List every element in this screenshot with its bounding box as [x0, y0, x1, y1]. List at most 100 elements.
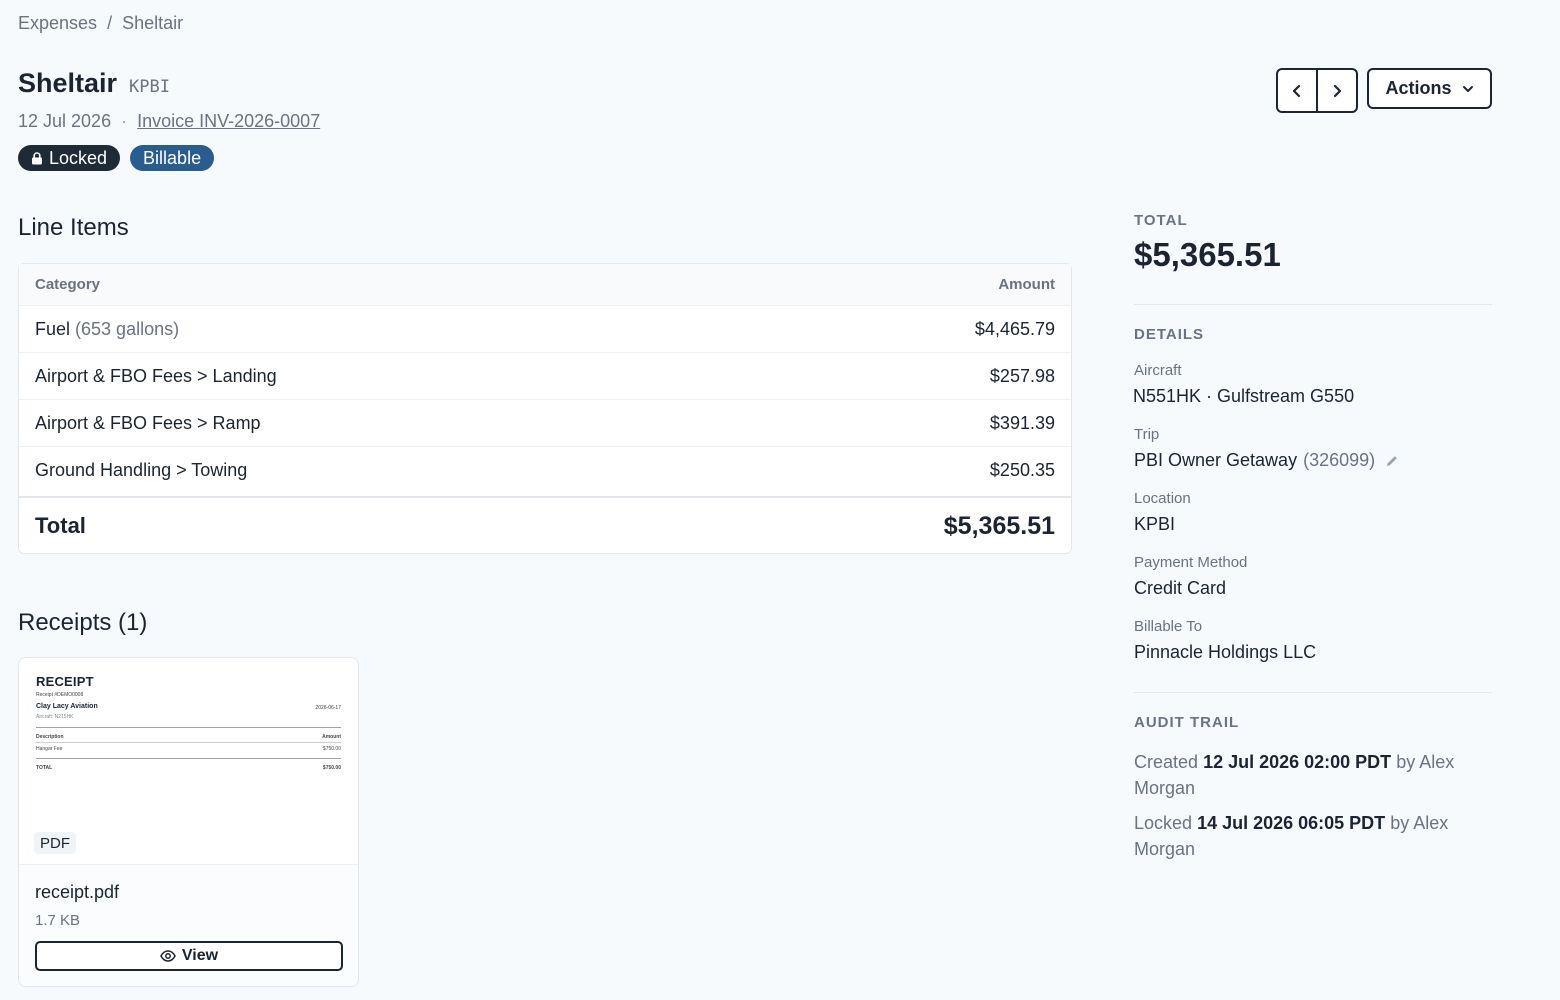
receipt-card: RECEIPT Receipt #DEMO0008 Clay Lacy Avia… [18, 657, 359, 987]
table-row: Fuel (653 gallons) $4,465.79 [19, 306, 1071, 353]
meta-separator: · [121, 111, 128, 131]
audit-trail-caption: AUDIT TRAIL [1134, 714, 1240, 731]
locked-badge-label: Locked [49, 147, 108, 168]
billable-to-label: Billable To [1134, 618, 1203, 635]
payment-method-text: Credit Card [1134, 578, 1227, 598]
trip-name[interactable]: PBI Owner Getaway [1134, 450, 1297, 471]
line-item-amount: $391.39 [989, 412, 1055, 433]
aircraft-label: Aircraft [1134, 362, 1182, 379]
view-button-label: View [181, 947, 219, 964]
status-badges: Locked Billable [18, 145, 215, 171]
receipt-preview-heading: RECEIPT [36, 674, 94, 689]
receipt-file-size: 1.7 KB [35, 912, 81, 929]
table-header: Category Amount [19, 264, 1071, 306]
breadcrumb: Expenses / Sheltair [18, 13, 183, 34]
receipt-preview-divider [36, 742, 341, 743]
page-header: Sheltair KPBI [18, 68, 170, 99]
line-item-amount: $250.35 [989, 460, 1055, 480]
payment-method-value: Credit Card [1134, 578, 1226, 599]
line-item-category: Ground Handling > Towing [35, 460, 248, 480]
record-navigation [1276, 68, 1358, 113]
audit-action: Locked [1134, 813, 1193, 833]
receipt-preview-divider [36, 727, 341, 728]
location-value: KPBI [1134, 514, 1175, 535]
receipt-preview-total-label: TOTAL [36, 765, 53, 771]
receipt-preview-number: Receipt #DEMO0008 [36, 692, 84, 698]
trip-value: PBI Owner Getaway (326099) [1134, 450, 1399, 471]
actions-label: Actions [1385, 78, 1452, 98]
breadcrumb-separator: / [107, 13, 113, 33]
audit-action: Created [1134, 752, 1199, 772]
billable-to-text: Pinnacle Holdings LLC [1134, 642, 1317, 662]
receipt-preview[interactable]: RECEIPT Receipt #DEMO0008 Clay Lacy Avia… [19, 658, 358, 864]
receipt-preview-date: 2026-06-17 [315, 705, 341, 711]
eye-icon [160, 950, 176, 962]
summary-divider [1134, 304, 1492, 305]
line-item-category: Fuel (653 gallons) [35, 318, 180, 339]
breadcrumb-expenses-link[interactable]: Expenses [18, 13, 97, 34]
expense-meta: 12 Jul 2026 · Invoice INV-2026-0007 [18, 111, 320, 132]
receipt-card-footer: receipt.pdf 1.7 KB View [19, 864, 358, 986]
trip-id: (326099) [1303, 450, 1376, 470]
total-amount: $5,365.51 [943, 511, 1055, 540]
table-row: Airport & FBO Fees > Landing $257.98 [19, 353, 1071, 400]
aircraft-value-text: N551HK · Gulfstream G550 [1133, 386, 1355, 406]
invoice-link[interactable]: Invoice INV-2026-0007 [137, 111, 320, 132]
receipt-preview-aircraft: Aircraft: N215HK [36, 714, 74, 720]
expense-date: 12 Jul 2026 [18, 111, 112, 131]
chevron-down-icon [1462, 85, 1473, 92]
receipts-heading: Receipts (1) [18, 609, 148, 636]
total-label: Total [35, 513, 86, 538]
location-value-text: KPBI [1134, 514, 1176, 534]
receipt-preview-desc-header: Description [36, 734, 64, 740]
audit-entry: Locked 14 Jul 2026 06:05 PDT by Alex Mor… [1134, 810, 1492, 862]
page-title: Sheltair [18, 68, 118, 98]
summary-total-caption: TOTAL [1134, 212, 1188, 229]
table-total-row: Total $5,365.51 [19, 496, 1071, 554]
lock-icon [32, 151, 42, 164]
actions-button[interactable]: Actions [1367, 68, 1492, 109]
aircraft-value: N551HK · Gulfstream G550 [1133, 386, 1354, 407]
amount-column-header: Amount [998, 276, 1055, 293]
chevron-left-icon [1292, 84, 1301, 97]
billable-badge-label: Billable [143, 147, 202, 168]
audit-timestamp: 12 Jul 2026 02:00 PDT [1203, 752, 1392, 772]
location-label: Location [1134, 490, 1191, 507]
line-item-note: (653 gallons) [75, 318, 180, 339]
receipt-preview-total-amount: $750.00 [322, 765, 341, 771]
chevron-right-icon [1333, 84, 1342, 97]
payment-method-label: Payment Method [1134, 554, 1248, 571]
summary-divider [1134, 692, 1492, 693]
billable-to-value: Pinnacle Holdings LLC [1134, 642, 1316, 663]
receipt-preview-line-desc: Hangar Fee [36, 746, 63, 752]
receipt-preview-vendor: Clay Lacy Aviation [36, 703, 98, 710]
line-items-heading: Line Items [18, 214, 129, 241]
location-code: KPBI [129, 77, 170, 97]
audit-timestamp: 14 Jul 2026 06:05 PDT [1197, 813, 1386, 833]
receipt-preview-divider [36, 758, 341, 759]
breadcrumb-current: Sheltair [122, 13, 184, 33]
receipt-file-name: receipt.pdf [35, 882, 120, 902]
receipt-preview-amount-header: Amount [322, 734, 341, 740]
next-button[interactable] [1316, 70, 1356, 111]
line-item-amount: $4,465.79 [974, 318, 1055, 339]
category-column-header: Category [35, 276, 101, 293]
trip-label: Trip [1134, 426, 1160, 443]
previous-button[interactable] [1278, 70, 1316, 111]
table-row: Airport & FBO Fees > Ramp $391.39 [19, 400, 1071, 447]
line-items-table: Category Amount Fuel (653 gallons) $4,46… [18, 263, 1072, 554]
locked-badge: Locked [18, 145, 121, 171]
line-item-category: Airport & FBO Fees > Ramp [35, 412, 261, 433]
billable-badge: Billable [130, 145, 215, 171]
edit-pencil-icon[interactable] [1385, 454, 1399, 468]
table-row: Ground Handling > Towing $250.35 [19, 447, 1071, 494]
details-caption: DETAILS [1134, 326, 1205, 343]
audit-entry: Created 12 Jul 2026 02:00 PDT by Alex Mo… [1134, 749, 1492, 801]
file-type-badge: PDF [34, 832, 76, 854]
summary-total-value: $5,365.51 [1134, 236, 1281, 273]
audit-by: by [1390, 813, 1410, 833]
receipt-preview-line-amount: $750.00 [322, 746, 341, 752]
line-item-category: Airport & FBO Fees > Landing [35, 365, 277, 386]
view-receipt-button[interactable]: View [35, 941, 343, 971]
line-item-amount: $257.98 [989, 365, 1055, 386]
